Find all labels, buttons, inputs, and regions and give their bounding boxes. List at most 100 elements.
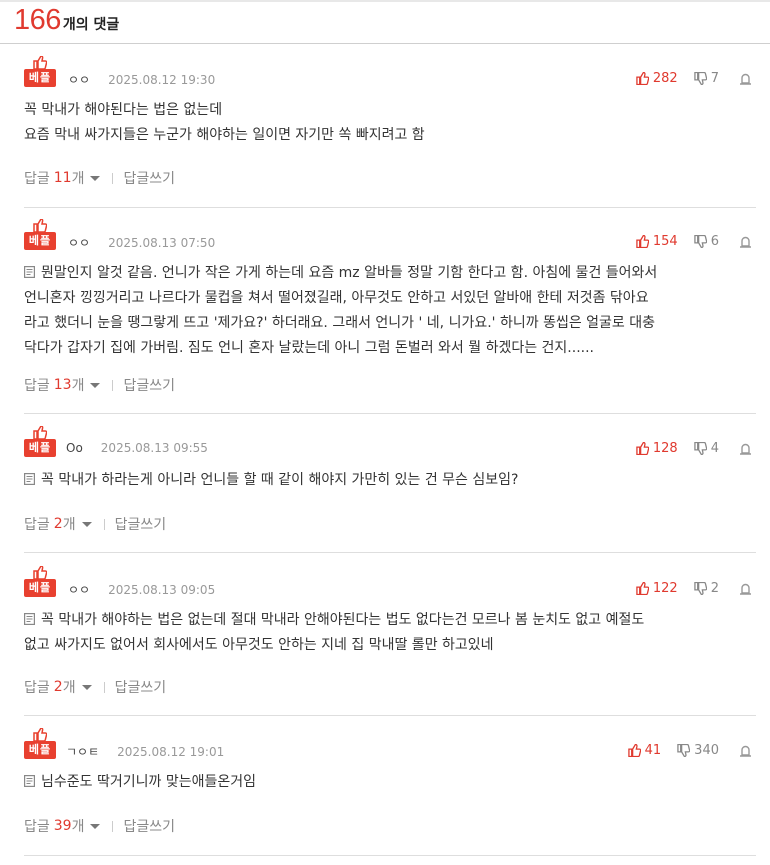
thumbs-up-icon (33, 219, 47, 232)
comment-footer: 답글 39 개 답글쓰기 (24, 816, 175, 836)
report-button[interactable] (739, 744, 756, 757)
replies-toggle[interactable]: 답글 13 개 (24, 375, 101, 395)
replies-label: 답글 (24, 819, 50, 835)
comment-meta: ㄱㅇㅌ 2025.08.12 19:01 (66, 743, 224, 760)
report-icon (740, 443, 751, 455)
footer-divider (103, 681, 105, 693)
upvote-button[interactable]: 282 (636, 71, 678, 86)
upvote-count: 282 (652, 71, 678, 86)
comment-date: 2025.08.13 07:50 (108, 236, 216, 250)
thumbs-up-icon (636, 72, 649, 85)
reply-count-unit: 개 (71, 819, 85, 835)
upvote-count: 154 (652, 234, 678, 249)
author-nickname[interactable]: ㄱㅇㅌ (66, 745, 99, 759)
footer-divider (112, 379, 114, 391)
comment-line: 님수준도 딱거기니까 맞는애들온거임 (24, 770, 756, 795)
vote-controls: 41 340 (627, 743, 756, 758)
replies-toggle[interactable]: 답글 39 개 (24, 816, 101, 836)
downvote-button[interactable]: 4 (693, 441, 719, 456)
comment-line: 꼭 막내가 해야된다는 법은 없는데 (24, 98, 756, 123)
replies-label: 답글 (24, 378, 50, 394)
thumbs-down-icon (693, 442, 707, 455)
upvote-button[interactable]: 154 (636, 234, 678, 249)
thumbs-up-icon (33, 566, 47, 579)
upvote-button[interactable]: 122 (636, 581, 678, 596)
comment-line-text: 꼭 막내가 해야하는 법은 없는데 절대 막내라 안해야된다는 법도 없다는건 … (41, 612, 645, 628)
author-nickname[interactable]: Oo (66, 441, 83, 455)
reply-count: 13 (53, 377, 72, 393)
downvote-button[interactable]: 340 (677, 743, 719, 758)
comment-body: 꼭 막내가 해야된다는 법은 없는데 요즘 막내 싸가지들은 누군가 해야하는 일… (24, 98, 756, 148)
vote-controls: 154 6 (636, 234, 756, 249)
replies-toggle[interactable]: 답글 11 개 (24, 168, 101, 188)
report-button[interactable] (739, 72, 756, 85)
comment-item: 베플 ㅇㅇ 2025.08.13 09:05 122 2 꼭 막내가 해야하는 법은 없는… (24, 566, 756, 697)
best-badge-label: 베플 (24, 741, 56, 759)
thumbs-down-icon (677, 744, 691, 757)
comment-footer: 답글 13 개 답글쓰기 (24, 375, 175, 395)
thumbs-up-icon (33, 426, 47, 439)
comment-body: 꼭 막내가 하라는게 아니라 언니들 할 때 같이 해야지 가만히 있는 건 무… (24, 468, 756, 493)
reply-count: 39 (53, 818, 72, 834)
downvote-button[interactable]: 6 (693, 234, 719, 249)
comment-meta: ㅇㅇ 2025.08.13 09:05 (68, 581, 215, 598)
write-reply-button[interactable]: 답글쓰기 (123, 816, 175, 836)
comment-divider (24, 855, 756, 856)
best-comment-badge: 베플 (24, 56, 56, 88)
footer-divider (112, 820, 114, 832)
write-reply-button[interactable]: 답글쓰기 (115, 677, 167, 697)
thumbs-up-icon (627, 744, 641, 757)
downvote-button[interactable]: 7 (693, 71, 719, 86)
footer-divider (103, 518, 105, 530)
downvote-button[interactable]: 2 (693, 581, 719, 596)
comment-line: 꼭 막내가 하라는게 아니라 언니들 할 때 같이 해야지 가만히 있는 건 무… (24, 468, 756, 493)
best-badge-label: 베플 (24, 439, 56, 457)
report-button[interactable] (739, 582, 756, 595)
comment-item: 베플 ㄱㅇㅌ 2025.08.12 19:01 41 340 님수준도 딱거기니까 맞는애… (24, 728, 756, 836)
upvote-count: 122 (652, 581, 678, 596)
comment-line-text: 꼭 막내가 하라는게 아니라 언니들 할 때 같이 해야지 가만히 있는 건 무… (41, 472, 519, 488)
thumbs-down-icon (693, 582, 707, 595)
comment-footer: 답글 2 개 답글쓰기 (24, 677, 166, 697)
top-divider (0, 0, 770, 2)
author-nickname[interactable]: ㅇㅇ (68, 236, 90, 250)
chevron-down-icon (90, 175, 101, 181)
replies-label: 답글 (24, 171, 50, 187)
upvote-count: 128 (652, 441, 678, 456)
write-reply-button[interactable]: 답글쓰기 (123, 168, 175, 188)
report-icon (740, 583, 751, 595)
report-icon (740, 236, 751, 248)
write-reply-button[interactable]: 답글쓰기 (115, 514, 167, 534)
reply-count-unit: 개 (71, 378, 85, 394)
comment-date: 2025.08.12 19:30 (108, 73, 216, 87)
vote-controls: 128 4 (636, 441, 756, 456)
replies-toggle[interactable]: 답글 2 개 (24, 677, 92, 697)
comment-item: 베플 ㅇㅇ 2025.08.13 07:50 154 6 뭔말인지 알것 같음. 언니가 … (24, 219, 756, 395)
report-button[interactable] (739, 442, 756, 455)
comment-body: 뭔말인지 알것 같음. 언니가 작은 가게 하는데 요즘 mz 알바들 정말 기… (24, 261, 756, 361)
comment-date: 2025.08.12 19:01 (117, 745, 225, 759)
chevron-down-icon (90, 382, 101, 388)
thumbs-down-icon (693, 235, 707, 248)
upvote-button[interactable]: 41 (627, 743, 661, 758)
comment-line-text: 라고 했더니 눈을 땡그랗게 뜨고 '제가요?' 하더래요. 그래서 언니가 '… (24, 315, 656, 331)
comment-line: 언니혼자 낑낑거리고 나르다가 물컵을 쳐서 떨어졌길래, 아무것도 안하고 서… (24, 286, 756, 311)
write-reply-button[interactable]: 답글쓰기 (123, 375, 175, 395)
replies-label: 답글 (24, 680, 50, 696)
best-comment-badge: 베플 (24, 426, 56, 458)
header-divider (0, 43, 770, 44)
downvote-count: 340 (694, 743, 719, 758)
comment-line: 라고 했더니 눈을 땡그랗게 뜨고 '제가요?' 하더래요. 그래서 언니가 '… (24, 311, 756, 336)
reply-count: 2 (53, 679, 63, 695)
author-nickname[interactable]: ㅇㅇ (68, 73, 90, 87)
upvote-button[interactable]: 128 (636, 441, 678, 456)
replies-toggle[interactable]: 답글 2 개 (24, 514, 92, 534)
document-icon (24, 473, 35, 485)
best-comment-badge: 베플 (24, 728, 56, 760)
report-button[interactable] (739, 235, 756, 248)
comment-date: 2025.08.13 09:05 (108, 583, 216, 597)
document-icon (24, 266, 35, 278)
author-nickname[interactable]: ㅇㅇ (68, 583, 90, 597)
reply-count-unit: 개 (62, 680, 76, 696)
thumbs-up-icon (636, 442, 649, 455)
